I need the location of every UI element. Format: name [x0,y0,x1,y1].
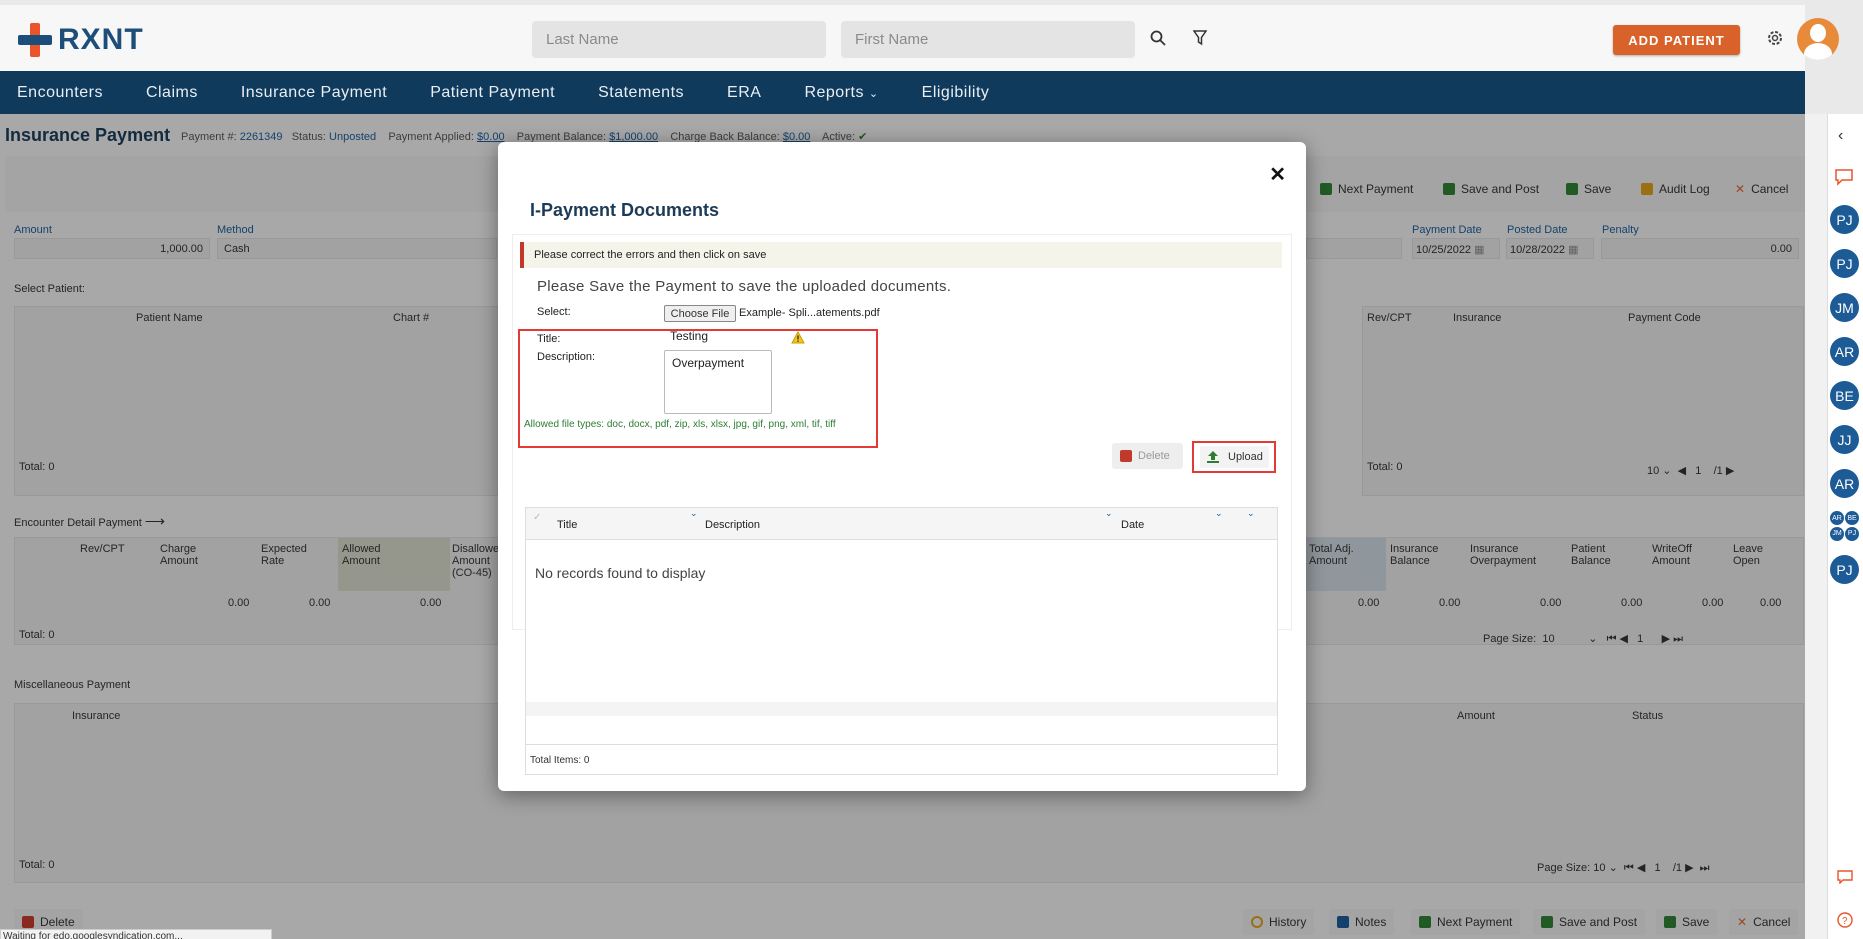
highlight-box [518,329,878,448]
upload-icon [1207,451,1219,463]
main-nav: Encounters Claims Insurance Payment Pati… [0,71,1805,114]
group-avatar: JM [1830,526,1844,541]
group-avatar: AR [1830,511,1844,525]
chevron-down-icon: ⌄ [868,87,879,100]
chevron-down-icon[interactable]: ⌄ [1247,508,1255,519]
collapse-left-icon[interactable]: ‹ [1838,127,1843,145]
help-icon[interactable]: ? [1837,912,1853,928]
sidebar-avatar[interactable]: JJ [1830,425,1859,454]
page-scrollbar[interactable] [1805,114,1827,939]
selected-file-name: Example- Spli...atements.pdf [739,307,880,319]
sidebar-group-avatar[interactable]: AR BE JM PJ [1830,511,1860,541]
nav-patient-payment[interactable]: Patient Payment [430,84,555,102]
nav-eligibility[interactable]: Eligibility [922,84,990,102]
chevron-down-icon[interactable]: ⌄ [1215,508,1223,519]
grid-total-items: Total Items: 0 [526,744,1277,774]
upload-button[interactable]: Upload [1192,441,1276,473]
modal-title: I-Payment Documents [530,200,720,220]
col-title[interactable]: Title [557,519,577,531]
chat-bubble-icon[interactable] [1834,168,1854,186]
save-note: Please Save the Payment to save the uplo… [537,278,952,295]
grid-scrollbar[interactable] [526,702,1277,716]
sidebar-avatar[interactable]: PJ [1830,249,1859,278]
select-label: Select: [537,306,571,318]
logo-plus-icon [18,23,52,57]
sidebar-avatar[interactable]: PJ [1830,555,1859,584]
filter-icon[interactable] [1193,30,1207,46]
nav-claims[interactable]: Claims [146,84,198,102]
browser-status-bar: Waiting for edo.googlesyndication.com... [0,929,272,939]
gear-icon[interactable] [1766,29,1784,47]
user-avatar[interactable] [1797,18,1839,60]
nav-era[interactable]: ERA [727,84,761,102]
message-icon[interactable] [1837,870,1853,884]
nav-insurance-payment[interactable]: Insurance Payment [241,84,387,102]
upload-inner: Upload [1200,446,1269,468]
trash-icon [1120,450,1132,462]
col-date[interactable]: Date [1121,519,1144,531]
chevron-down-icon[interactable]: ⌄ [1105,508,1113,519]
nav-reports-label: Reports [804,83,864,101]
upload-label: Upload [1228,451,1263,463]
nav-encounters[interactable]: Encounters [17,84,103,102]
svg-text:?: ? [1842,916,1848,927]
payment-documents-modal: ✕ I-Payment Documents Please correct the… [498,142,1306,791]
documents-grid: ✓ Title ⌄ Description ⌄ Date ⌄ ⌄ No reco… [525,507,1278,775]
search-icon[interactable] [1150,30,1166,46]
add-patient-button[interactable]: ADD PATIENT [1613,25,1740,55]
sidebar-avatar[interactable]: AR [1830,337,1859,366]
first-name-input[interactable]: First Name [841,21,1135,58]
logo-text: RXNT [58,23,144,56]
select-all-check-icon[interactable]: ✓ [533,512,541,523]
error-message: Please correct the errors and then click… [520,242,1282,268]
delete-label: Delete [1138,450,1170,462]
group-avatar: PJ [1845,526,1859,541]
delete-document-button[interactable]: Delete [1112,443,1183,469]
nav-statements[interactable]: Statements [598,84,684,102]
sidebar-avatar[interactable]: JM [1830,293,1859,322]
sidebar-avatar[interactable]: PJ [1830,205,1859,234]
rxnt-logo[interactable]: RXNT [18,22,144,58]
col-description[interactable]: Description [705,519,760,531]
choose-file-button[interactable]: Choose File [664,305,736,322]
sidebar-avatar[interactable]: BE [1830,381,1859,410]
group-avatar: BE [1845,511,1859,525]
sidebar-avatar[interactable]: AR [1830,469,1859,498]
grid-header: ✓ Title ⌄ Description ⌄ Date ⌄ ⌄ [526,508,1277,540]
nav-reports[interactable]: Reports ⌄ [804,84,878,102]
last-name-input[interactable]: Last Name [532,21,826,58]
empty-message: No records found to display [535,565,706,581]
chevron-down-icon[interactable]: ⌄ [690,508,698,519]
close-icon[interactable]: ✕ [1269,162,1286,187]
